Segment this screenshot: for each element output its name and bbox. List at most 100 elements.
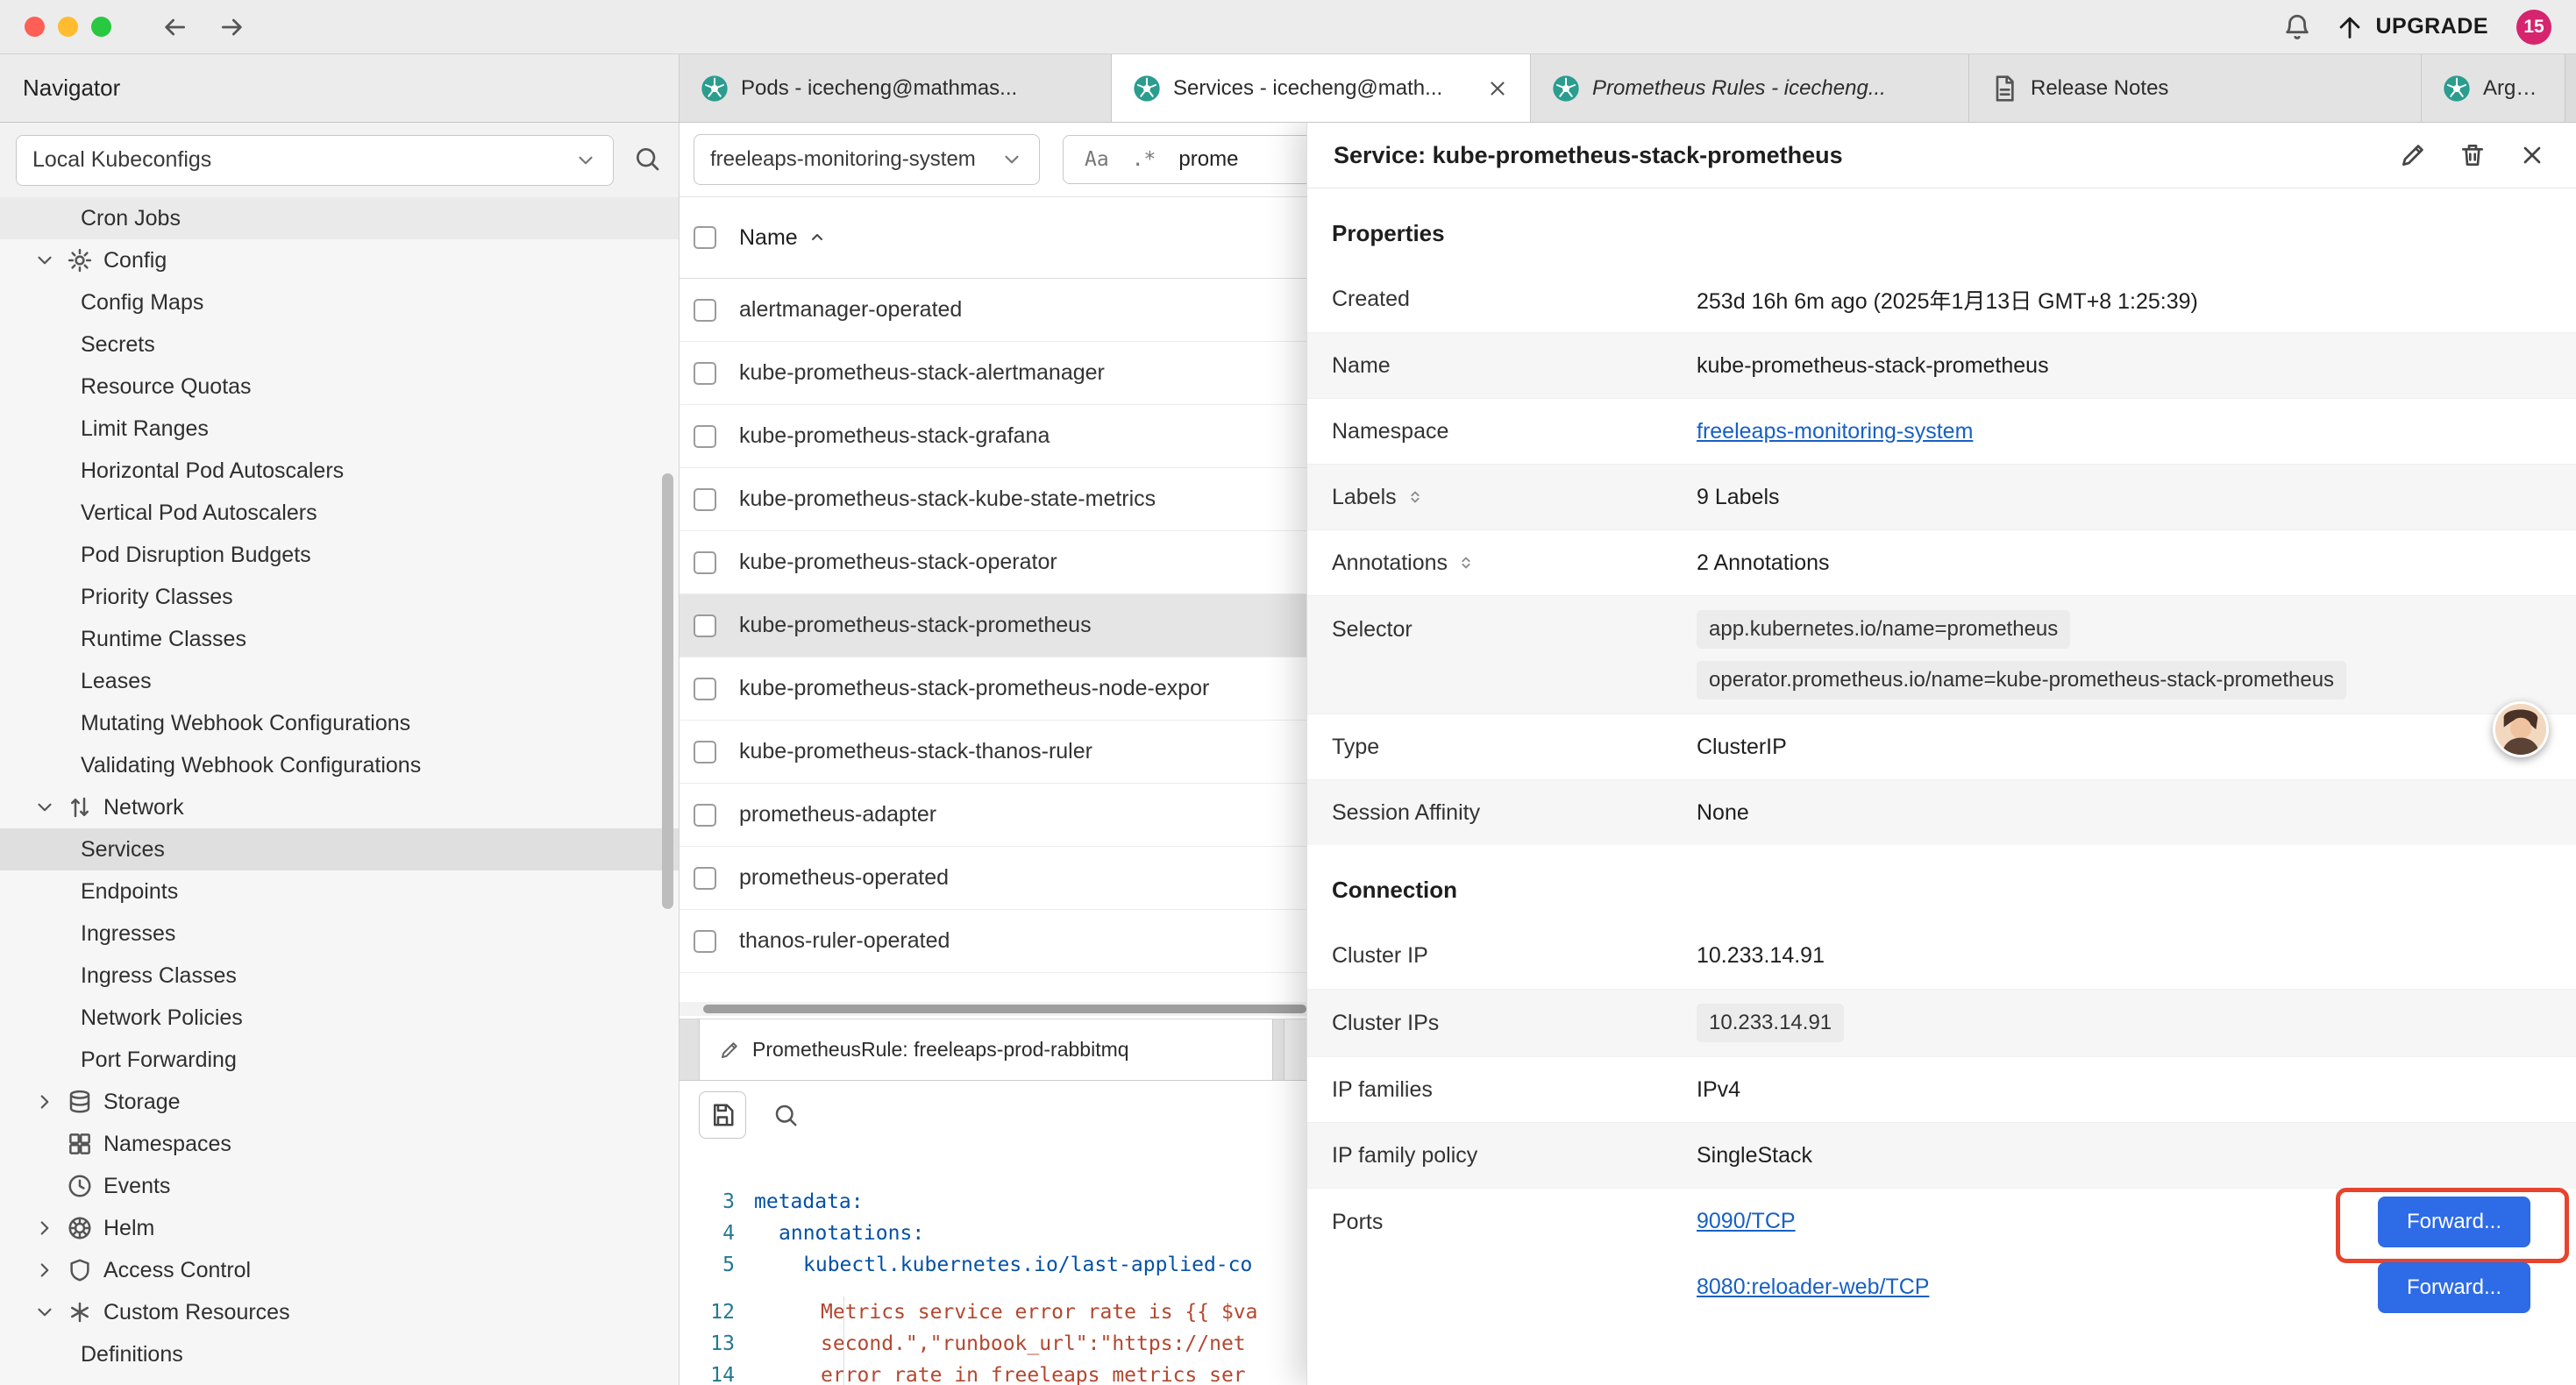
- row-checkbox[interactable]: [694, 867, 716, 890]
- asterisk-icon: [67, 1299, 93, 1325]
- sidebar-item-cron-jobs[interactable]: Cron Jobs: [0, 197, 679, 239]
- chevron-right-icon[interactable]: [33, 1259, 56, 1282]
- row-checkbox[interactable]: [694, 425, 716, 448]
- sidebar-item-events[interactable]: Events: [0, 1165, 679, 1207]
- sidebar-item-config[interactable]: Config: [0, 239, 679, 281]
- chevron-down-icon[interactable]: [33, 1301, 56, 1324]
- sidebar-item-mutating-webhook-configurations[interactable]: Mutating Webhook Configurations: [0, 702, 679, 744]
- service-name: alertmanager-operated: [739, 297, 962, 323]
- chevron-down-icon[interactable]: [33, 249, 56, 272]
- sidebar-item-endpoints[interactable]: Endpoints: [0, 870, 679, 913]
- column-header-name[interactable]: Name: [739, 225, 828, 251]
- sort-updown-icon[interactable]: [1456, 553, 1476, 572]
- row-checkbox[interactable]: [694, 551, 716, 574]
- horizontal-scrollbar-thumb[interactable]: [703, 1005, 1306, 1013]
- delete-button[interactable]: [2455, 138, 2490, 173]
- save-button[interactable]: [699, 1091, 746, 1139]
- sidebar-item-ingress-classes[interactable]: Ingress Classes: [0, 955, 679, 997]
- sidebar-item-services[interactable]: Services: [0, 828, 679, 870]
- row-checkbox[interactable]: [694, 930, 716, 953]
- property-value: SingleStack: [1697, 1143, 2576, 1168]
- sidebar-item-port-forwarding[interactable]: Port Forwarding: [0, 1039, 679, 1081]
- sidebar-item-network-policies[interactable]: Network Policies: [0, 997, 679, 1039]
- sidebar-item-label: Namespaces: [103, 1132, 231, 1157]
- sidebar-item-limit-ranges[interactable]: Limit Ranges: [0, 408, 679, 450]
- tab-services-icecheng-math[interactable]: Services - icecheng@math...: [1112, 54, 1531, 122]
- property-rows: Cluster IP10.233.14.91Cluster IPs10.233.…: [1307, 923, 2576, 1320]
- property-row-selector: Selectorapp.kubernetes.io/name=prometheu…: [1307, 595, 2576, 714]
- shield-icon: [67, 1257, 93, 1283]
- editor-search-icon[interactable]: [772, 1102, 799, 1128]
- row-checkbox[interactable]: [694, 362, 716, 385]
- notifications-button[interactable]: [2279, 9, 2316, 46]
- sidebar-item-priority-classes[interactable]: Priority Classes: [0, 576, 679, 618]
- sidebar-item-config-maps[interactable]: Config Maps: [0, 281, 679, 323]
- sidebar-item-definitions[interactable]: Definitions: [0, 1333, 679, 1375]
- row-checkbox[interactable]: [694, 488, 716, 511]
- property-row-created: Created253d 16h 6m ago (2025年1月13日 GMT+8…: [1307, 266, 2576, 332]
- sidebar-item-secrets[interactable]: Secrets: [0, 323, 679, 366]
- regex-toggle[interactable]: .*: [1125, 146, 1163, 173]
- sidebar-search-button[interactable]: [631, 145, 663, 176]
- sidebar-item-leases[interactable]: Leases: [0, 660, 679, 702]
- sidebar-item-label: Endpoints: [81, 879, 178, 905]
- minimize-window-button[interactable]: [58, 17, 78, 37]
- namespaces-icon: [67, 1131, 93, 1157]
- sidebar-item-runtime-classes[interactable]: Runtime Classes: [0, 618, 679, 660]
- port-link[interactable]: 8080:reloader-web/TCP: [1697, 1275, 1929, 1300]
- close-window-button[interactable]: [25, 17, 45, 37]
- select-all-checkbox[interactable]: [694, 226, 716, 249]
- sidebar-item-helm[interactable]: Helm: [0, 1207, 679, 1249]
- upgrade-label: UPGRADE: [2375, 14, 2488, 39]
- sidebar-item-vertical-pod-autoscalers[interactable]: Vertical Pod Autoscalers: [0, 492, 679, 534]
- tab-argo-se[interactable]: Argo Se: [2422, 54, 2565, 122]
- sidebar-item-pod-disruption-budgets[interactable]: Pod Disruption Budgets: [0, 534, 679, 576]
- forward-button[interactable]: [213, 8, 252, 46]
- property-sections: PropertiesCreated253d 16h 6m ago (2025年1…: [1307, 220, 2576, 1320]
- user-avatar[interactable]: [2493, 701, 2549, 757]
- sidebar-item-label: Access Control: [103, 1258, 251, 1283]
- tab-pods-icecheng-mathmas[interactable]: Pods - icecheng@mathmas...: [680, 54, 1112, 122]
- property-value: freeleaps-monitoring-system: [1697, 419, 2576, 444]
- sidebar-item-access-control[interactable]: Access Control: [0, 1249, 679, 1291]
- notification-badge[interactable]: 15: [2516, 10, 2551, 45]
- row-checkbox[interactable]: [694, 741, 716, 764]
- match-case-toggle[interactable]: Aa: [1078, 146, 1116, 173]
- row-checkbox[interactable]: [694, 299, 716, 322]
- sidebar-item-resource-quotas[interactable]: Resource Quotas: [0, 366, 679, 408]
- sidebar-item-namespaces[interactable]: Namespaces: [0, 1123, 679, 1165]
- property-value-text: 2 Annotations: [1697, 550, 1830, 575]
- edit-button[interactable]: [2395, 138, 2430, 173]
- namespace-link[interactable]: freeleaps-monitoring-system: [1697, 419, 1973, 444]
- upgrade-button[interactable]: UPGRADE: [2335, 12, 2488, 42]
- close-panel-button[interactable]: [2515, 138, 2550, 173]
- sidebar-item-horizontal-pod-autoscalers[interactable]: Horizontal Pod Autoscalers: [0, 450, 679, 492]
- port-link[interactable]: 9090/TCP: [1697, 1209, 1796, 1234]
- detail-panel-title: Service: kube-prometheus-stack-prometheu…: [1334, 142, 2371, 169]
- tab-prometheus-rules-icecheng[interactable]: Prometheus Rules - icecheng...: [1531, 54, 1969, 122]
- sidebar-scrollbar[interactable]: [662, 473, 673, 909]
- chevron-down-icon[interactable]: [33, 796, 56, 819]
- back-button[interactable]: [155, 8, 194, 46]
- sidebar-item-custom-resources[interactable]: Custom Resources: [0, 1291, 679, 1333]
- sidebar-item-ingresses[interactable]: Ingresses: [0, 913, 679, 955]
- sidebar-item-network[interactable]: Network: [0, 786, 679, 828]
- sidebar-item-validating-webhook-configurations[interactable]: Validating Webhook Configurations: [0, 744, 679, 786]
- chevron-right-icon[interactable]: [33, 1217, 56, 1239]
- kubeconfig-selector[interactable]: Local Kubeconfigs: [16, 135, 614, 186]
- tab-release-notes[interactable]: Release Notes: [1969, 54, 2422, 122]
- maximize-window-button[interactable]: [91, 17, 111, 37]
- editor-tab-prometheusrule[interactable]: PrometheusRule: freeleaps-prod-rabbitmq: [699, 1019, 1273, 1080]
- close-icon[interactable]: [1486, 77, 1509, 100]
- horizontal-scrollbar[interactable]: [680, 1002, 1306, 1016]
- forward-button[interactable]: Forward...: [2378, 1262, 2530, 1313]
- row-checkbox[interactable]: [694, 614, 716, 637]
- row-checkbox[interactable]: [694, 804, 716, 827]
- namespace-selector[interactable]: freeleaps-monitoring-system: [694, 134, 1040, 185]
- forward-button[interactable]: Forward...: [2378, 1197, 2530, 1247]
- property-row-name: Namekube-prometheus-stack-prometheus: [1307, 332, 2576, 398]
- sidebar-item-storage[interactable]: Storage: [0, 1081, 679, 1123]
- sort-updown-icon[interactable]: [1405, 487, 1425, 507]
- row-checkbox[interactable]: [694, 678, 716, 700]
- chevron-right-icon[interactable]: [33, 1090, 56, 1113]
